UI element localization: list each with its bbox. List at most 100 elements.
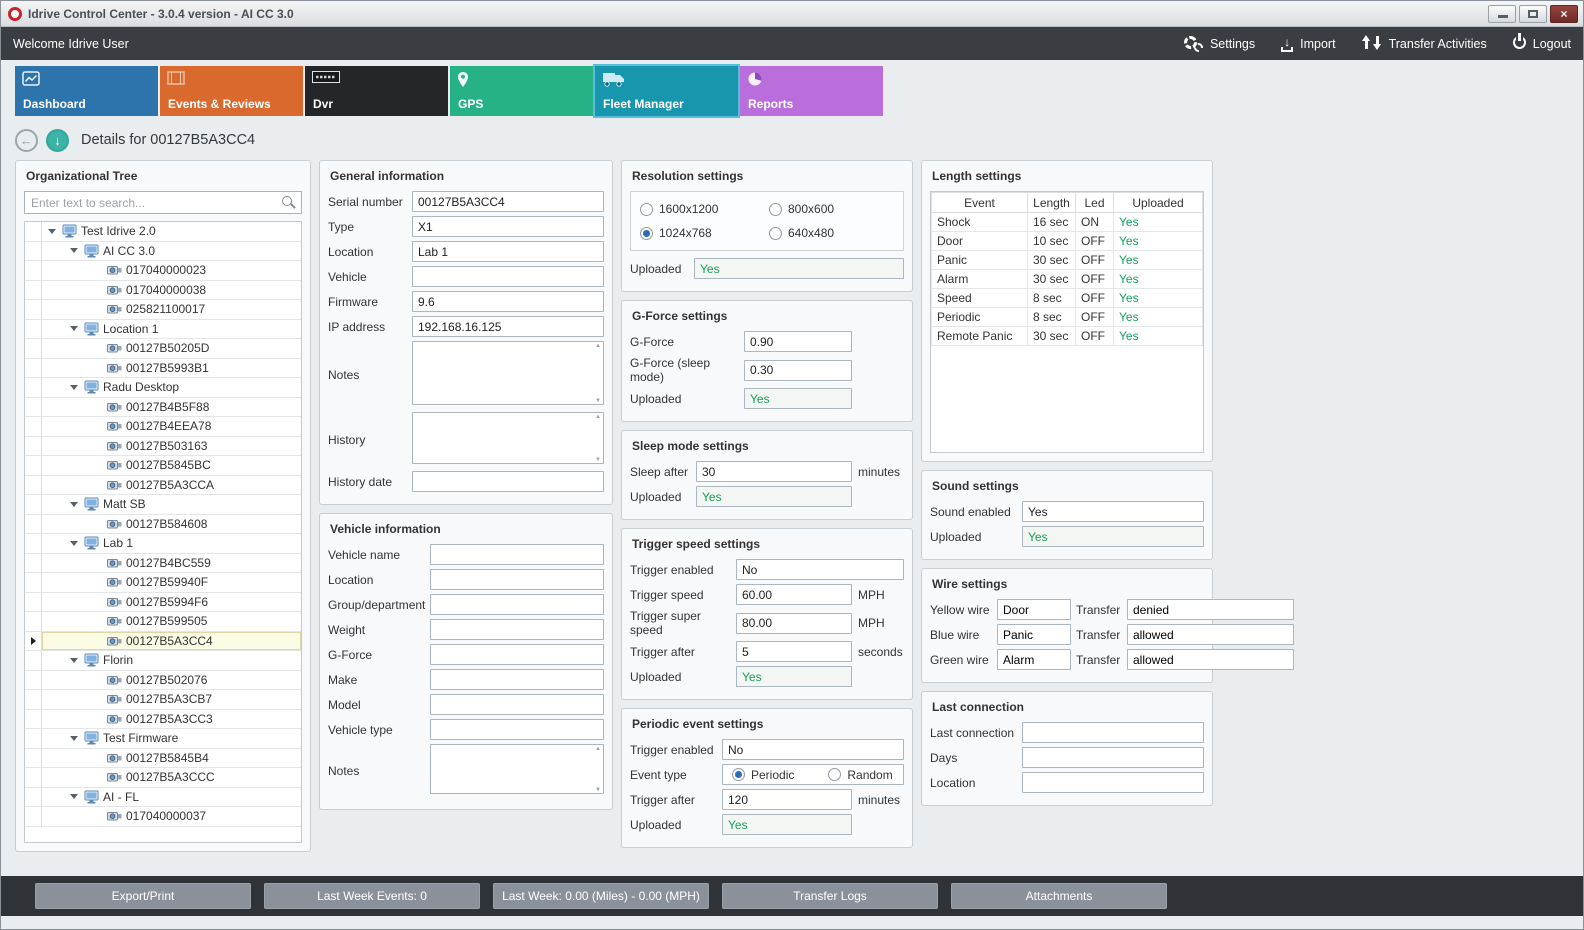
tree-item[interactable]: 025821100017 <box>25 300 301 320</box>
tab-events-reviews[interactable]: Events & Reviews <box>160 66 303 116</box>
tree-item[interactable]: 00127B5A3CCA <box>25 476 301 496</box>
resolution-uploaded-field[interactable] <box>694 258 904 279</box>
tree-item[interactable]: 00127B59940F <box>25 573 301 593</box>
transfer-logs-button[interactable]: Transfer Logs <box>722 883 938 909</box>
gforce-g-force-sleep-mode-field[interactable] <box>744 360 852 381</box>
general-type-field[interactable] <box>412 216 604 237</box>
last-week-events-button[interactable]: Last Week Events: 0 <box>264 883 480 909</box>
tab-fleet-manager[interactable]: Fleet Manager <box>595 66 738 116</box>
tree-item[interactable]: 00127B599505 <box>25 612 301 632</box>
blue-wire-field[interactable] <box>997 624 1071 645</box>
periodic-uploaded-field[interactable] <box>722 814 852 835</box>
tree-item[interactable]: 00127B5A3CC3 <box>25 710 301 730</box>
green-wire-field[interactable] <box>997 649 1071 670</box>
general-firmware-field[interactable] <box>412 291 604 312</box>
expander-icon[interactable] <box>48 229 56 234</box>
sleep-uploaded-field[interactable] <box>696 486 852 507</box>
tree-item[interactable]: Florin <box>25 651 301 671</box>
trigger-trigger-super-speed-field[interactable] <box>736 613 852 634</box>
resolution-option-640x480[interactable]: 640x480 <box>769 226 894 240</box>
tree-item[interactable]: Matt SB <box>25 495 301 515</box>
vehicle-notes-textarea[interactable] <box>430 744 604 794</box>
gforce-g-force-field[interactable] <box>744 331 852 352</box>
general-location-field[interactable] <box>412 241 604 262</box>
general-history-textarea[interactable] <box>412 412 604 464</box>
last-week-stats-button[interactable]: Last Week: 0.00 (Miles) - 0.00 (MPH) <box>493 883 709 909</box>
expander-icon[interactable] <box>70 736 78 741</box>
yellow-wire-transfer-field[interactable] <box>1127 599 1294 620</box>
tree-item[interactable]: 00127B5A3CC4 <box>25 632 301 652</box>
close-button[interactable]: × <box>1550 5 1578 23</box>
tree-item[interactable]: Test Idrive 2.0 <box>25 222 301 242</box>
vehicle-location-field[interactable] <box>430 569 604 590</box>
event-type-option-random[interactable]: Random <box>828 768 892 782</box>
length-table-row[interactable]: Speed8 secOFFYes <box>932 289 1203 308</box>
tree-item[interactable]: 00127B5845B4 <box>25 749 301 769</box>
tree-item[interactable]: Radu Desktop <box>25 378 301 398</box>
length-table-row[interactable]: Panic30 secOFFYes <box>932 251 1203 270</box>
periodic-trigger-after-field[interactable] <box>722 789 852 810</box>
trigger-trigger-after-field[interactable] <box>736 641 852 662</box>
sound-sound-enabled-field[interactable] <box>1022 501 1204 522</box>
length-table-row[interactable]: Remote Panic30 secOFFYes <box>932 327 1203 346</box>
expander-icon[interactable] <box>70 326 78 331</box>
tab-reports[interactable]: Reports <box>740 66 883 116</box>
tab-dashboard[interactable]: Dashboard <box>15 66 158 116</box>
transfer-activities-button[interactable]: Transfer Activities <box>1362 35 1487 53</box>
trigger-trigger-enabled-field[interactable] <box>736 559 904 580</box>
expander-icon[interactable] <box>70 385 78 390</box>
tree-item[interactable]: 00127B5993B1 <box>25 359 301 379</box>
sound-uploaded-field[interactable] <box>1022 526 1204 547</box>
vehicle-make-field[interactable] <box>430 669 604 690</box>
sleep-sleep-after-field[interactable] <box>696 461 852 482</box>
tree-item[interactable]: 017040000038 <box>25 281 301 301</box>
tree-item[interactable]: AI - FL <box>25 788 301 808</box>
expander-icon[interactable] <box>70 794 78 799</box>
tab-gps[interactable]: GPS <box>450 66 593 116</box>
green-wire-transfer-field[interactable] <box>1127 649 1294 670</box>
blue-wire-transfer-field[interactable] <box>1127 624 1294 645</box>
tree-search-input[interactable] <box>24 191 302 214</box>
settings-button[interactable]: Settings <box>1184 36 1255 52</box>
yellow-wire-field[interactable] <box>997 599 1071 620</box>
tree-item[interactable]: 017040000037 <box>25 807 301 827</box>
tree-item[interactable]: 00127B5A3CB7 <box>25 690 301 710</box>
tab-dvr[interactable]: Dvr <box>305 66 448 116</box>
tree-item[interactable]: Location 1 <box>25 320 301 340</box>
general-vehicle-field[interactable] <box>412 266 604 287</box>
scroll-down-button[interactable]: ↓ <box>46 129 69 152</box>
general-notes-textarea[interactable] <box>412 341 604 405</box>
tree-item[interactable]: 017040000023 <box>25 261 301 281</box>
event-type-option-periodic[interactable]: Periodic <box>732 768 794 782</box>
trigger-trigger-speed-field[interactable] <box>736 584 852 605</box>
expander-icon[interactable] <box>70 502 78 507</box>
expander-icon[interactable] <box>70 248 78 253</box>
resolution-option-800x600[interactable]: 800x600 <box>769 202 894 216</box>
tree-item[interactable]: 00127B4B5F88 <box>25 398 301 418</box>
resolution-option-1024x768[interactable]: 1024x768 <box>640 226 765 240</box>
length-table-row[interactable]: Periodic8 secOFFYes <box>932 308 1203 327</box>
resolution-option-1600x1200[interactable]: 1600x1200 <box>640 202 765 216</box>
vehicle-model-field[interactable] <box>430 694 604 715</box>
vehicle-g-force-field[interactable] <box>430 644 604 665</box>
last-connection-location-field[interactable] <box>1022 772 1204 793</box>
export-print-button[interactable]: Export/Print <box>35 883 251 909</box>
periodic-trigger-enabled-field[interactable] <box>722 739 904 760</box>
length-table-row[interactable]: Alarm30 secOFFYes <box>932 270 1203 289</box>
tree-item[interactable]: Test Firmware <box>25 729 301 749</box>
general-ip-address-field[interactable] <box>412 316 604 337</box>
vehicle-vehicle-type-field[interactable] <box>430 719 604 740</box>
general-serial-number-field[interactable] <box>412 191 604 212</box>
logout-button[interactable]: Logout <box>1513 36 1571 52</box>
back-button[interactable]: ← <box>15 129 38 152</box>
expander-icon[interactable] <box>70 658 78 663</box>
general-history-date-field[interactable] <box>412 471 604 492</box>
minimize-button[interactable] <box>1488 5 1516 23</box>
vehicle-group-department-field[interactable] <box>430 594 604 615</box>
length-table-row[interactable]: Shock16 secONYes <box>932 213 1203 232</box>
tree-item[interactable]: 00127B50205D <box>25 339 301 359</box>
tree-item[interactable]: 00127B502076 <box>25 671 301 691</box>
tree-item[interactable]: Lab 1 <box>25 534 301 554</box>
tree-item[interactable]: 00127B4EEA78 <box>25 417 301 437</box>
attachments-button[interactable]: Attachments <box>951 883 1167 909</box>
